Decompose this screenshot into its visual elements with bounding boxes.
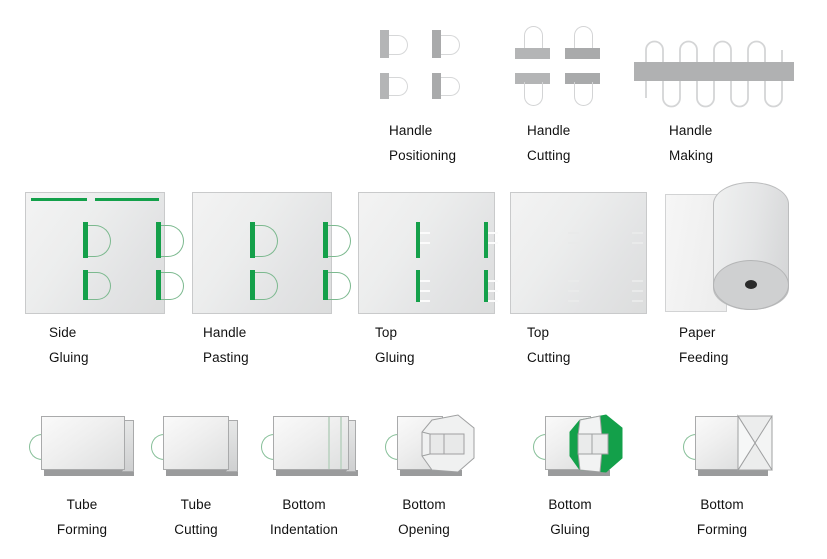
label-line-2: Forming (696, 522, 748, 537)
label-line-1: Side (49, 325, 77, 340)
bottom-gluing-octagon (569, 414, 623, 473)
step-label-top-gluing: Top Gluing (375, 320, 415, 370)
handle-pasting-icon (192, 192, 352, 314)
step-label-handle-making: Handle Making (669, 118, 713, 168)
step-label-paper-feeding: Paper Feeding (679, 320, 729, 370)
label-line-1: Tube (66, 497, 98, 512)
step-label-bottom-opening: Bottom Opening (384, 492, 464, 542)
label-line-2: Cutting (527, 148, 571, 163)
step-label-bottom-indentation: Bottom Indentation (254, 492, 354, 542)
label-line-2: Gluing (550, 522, 590, 537)
bottom-opening-icon (382, 412, 492, 484)
step-label-side-gluing: Side Gluing (49, 320, 89, 370)
label-line-1: Paper (679, 325, 716, 340)
step-label-tube-cutting: Tube Cutting (166, 492, 226, 542)
label-line-1: Handle (669, 123, 713, 138)
handle-making-serpentine (645, 40, 783, 108)
side-gluing-icon (25, 192, 185, 314)
label-line-2: Forming (56, 522, 108, 537)
label-line-1: Handle (203, 325, 247, 340)
step-label-handle-positioning: Handle Positioning (389, 118, 456, 168)
label-line-1: Top (527, 325, 550, 340)
handle-making-icon (630, 10, 805, 110)
step-label-bottom-forming: Bottom Forming (682, 492, 762, 542)
label-line-2: Gluing (375, 350, 415, 365)
label-line-1: Top (375, 325, 398, 340)
label-line-2: Positioning (389, 148, 457, 163)
label-line-2: Pasting (203, 350, 249, 365)
handle-positioning-icon (370, 10, 480, 110)
label-line-1: Bottom (548, 497, 592, 512)
process-flow-diagram: Handle Positioning Handle Cutting Handle… (0, 0, 827, 559)
bottom-gluing-icon (530, 412, 645, 484)
bottom-forming-flaps (737, 414, 773, 472)
label-line-1: Tube (180, 497, 212, 512)
step-label-bottom-gluing: Bottom Gluing (530, 492, 610, 542)
label-line-2: Making (669, 148, 714, 163)
bottom-indentation-icon (258, 412, 378, 484)
step-label-handle-pasting: Handle Pasting (203, 320, 249, 370)
step-label-top-cutting: Top Cutting (527, 320, 570, 370)
top-cutting-icon (510, 192, 655, 314)
label-line-2: Indentation (270, 522, 338, 537)
label-line-1: Bottom (700, 497, 744, 512)
label-line-2: Cutting (527, 350, 571, 365)
label-line-1: Handle (527, 123, 571, 138)
label-line-2: Gluing (49, 350, 89, 365)
tube-forming-icon (26, 412, 146, 484)
label-line-1: Handle (389, 123, 433, 138)
paper-feeding-icon (665, 182, 815, 314)
label-line-1: Bottom (282, 497, 326, 512)
tube-cutting-icon (148, 412, 258, 484)
handle-cutting-icon (512, 10, 612, 110)
label-line-2: Opening (398, 522, 450, 537)
label-line-1: Bottom (402, 497, 446, 512)
label-line-2: Feeding (679, 350, 729, 365)
label-line-2: Cutting (174, 522, 218, 537)
top-gluing-icon (358, 192, 503, 314)
step-label-handle-cutting: Handle Cutting (527, 118, 570, 168)
bottom-forming-icon (680, 412, 790, 484)
bottom-opening-octagon (421, 414, 475, 473)
step-label-tube-forming: Tube Forming (52, 492, 112, 542)
